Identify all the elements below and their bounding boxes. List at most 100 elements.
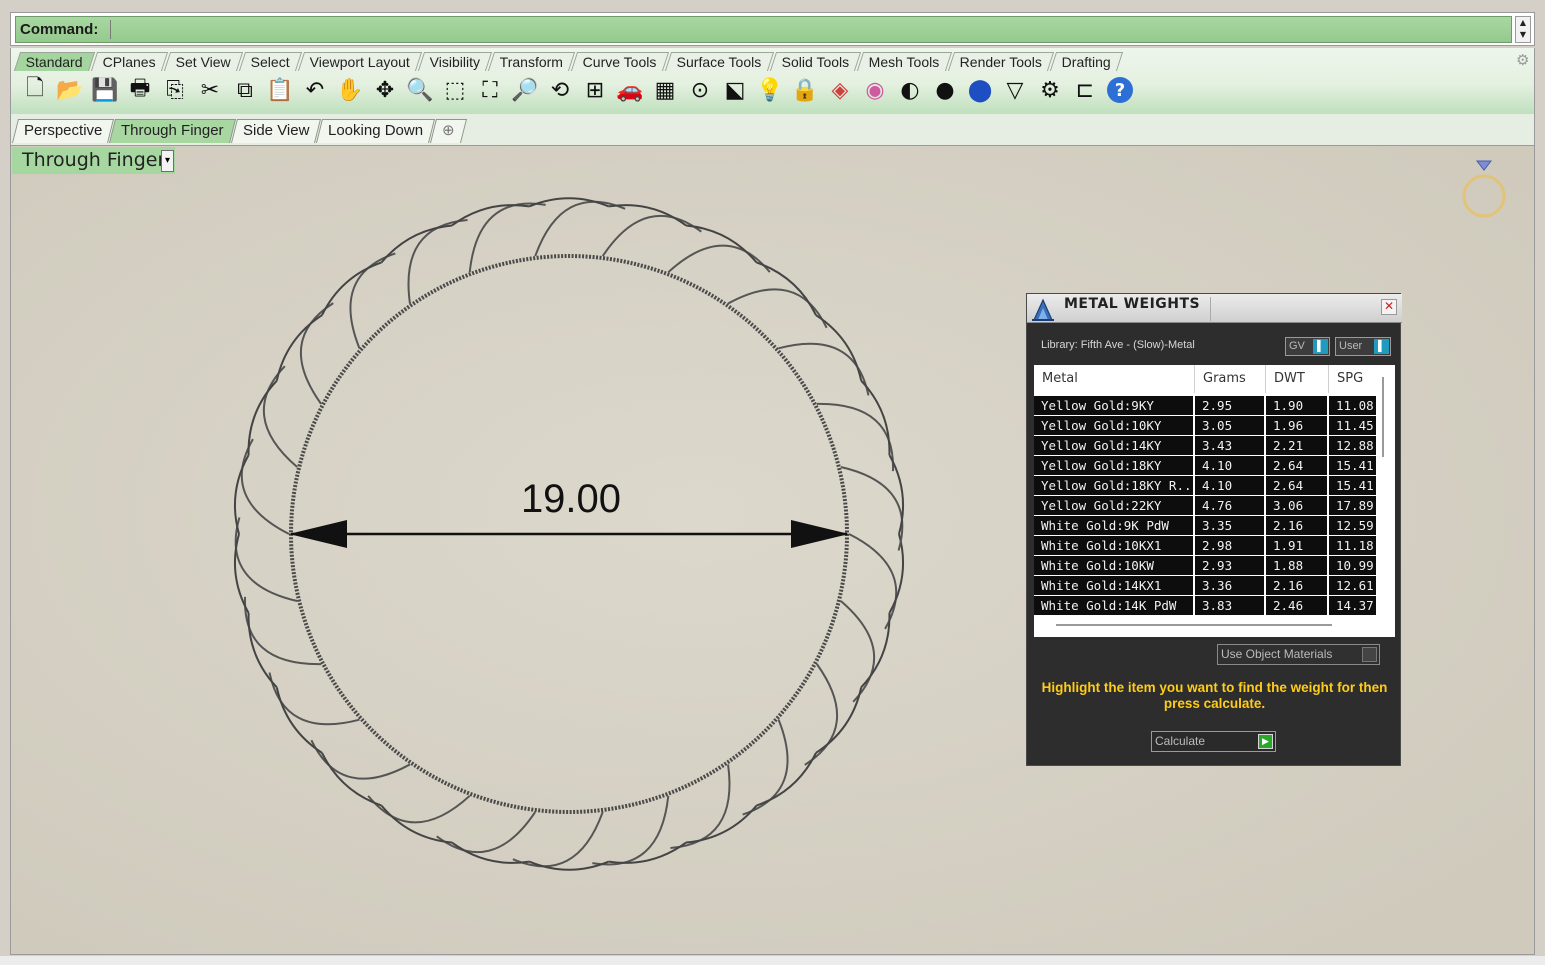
table-cell: 2.64 (1266, 476, 1329, 495)
table-cell: Yellow Gold:18KY R... (1034, 476, 1195, 495)
table-row[interactable]: Yellow Gold:9KY 2.95 1.90 11.08 (1034, 396, 1378, 416)
help-icon[interactable]: ? (1107, 77, 1133, 103)
toolbar-tab-label: Visibility (429, 54, 480, 70)
zoom-selected-icon[interactable]: 🔎 (509, 74, 541, 106)
close-icon[interactable]: ✕ (1381, 299, 1397, 315)
import-icon[interactable]: ⎘ (159, 74, 191, 106)
column-header-spg[interactable]: SPG (1329, 365, 1378, 393)
toolbar-tab-transform[interactable]: Transform (488, 52, 576, 71)
car-icon[interactable]: 🚗 (614, 74, 646, 106)
dimension-icon[interactable]: ⊏ (1069, 74, 1101, 106)
rendered-sphere-icon[interactable]: ● (929, 74, 961, 106)
options-gear-icon[interactable]: ⚙ (1034, 74, 1066, 106)
toolbar-tab-visibility[interactable]: Visibility (417, 52, 493, 71)
toolbar-tab-set-view[interactable]: Set View (163, 52, 243, 71)
viewport-tab-looking-down[interactable]: Looking Down (316, 119, 436, 143)
use-object-materials-label: Use Object Materials (1221, 647, 1333, 661)
table-cell: White Gold:10KW (1034, 556, 1195, 575)
toolbar-settings-gear-icon[interactable]: ⚙ (1516, 52, 1532, 68)
toolbar-tab-select[interactable]: Select (238, 52, 302, 71)
toolbar-tab-standard[interactable]: Standard (13, 52, 95, 71)
table-cell: 2.95 (1195, 396, 1266, 415)
save-icon[interactable]: 💾 (89, 74, 121, 106)
add-viewport-tab-icon[interactable]: ⊕ (430, 119, 468, 143)
lightbulb-icon[interactable]: 💡 (754, 74, 786, 106)
snap-icon[interactable]: ⊙ (684, 74, 716, 106)
table-cell: 3.05 (1195, 416, 1266, 435)
table-row[interactable]: White Gold:9K PdW 3.35 2.16 12.59 (1034, 516, 1378, 536)
table-row[interactable]: Yellow Gold:14KY 3.43 2.21 12.88 (1034, 436, 1378, 456)
metal-weights-header[interactable]: METAL WEIGHTS ✕ (1027, 294, 1402, 323)
use-object-materials-checkbox[interactable]: Use Object Materials (1217, 644, 1380, 665)
shaded-sphere-icon[interactable]: ◐ (894, 74, 926, 106)
rotate-view-icon[interactable]: ⟲ (544, 74, 576, 106)
table-cell: 2.98 (1195, 536, 1266, 555)
table-row[interactable]: Yellow Gold:18KY R... 4.10 2.64 15.41 (1034, 476, 1378, 496)
calculate-button[interactable]: Calculate ▶ (1151, 731, 1276, 752)
layer-icon[interactable]: ◈ (824, 74, 856, 106)
user-toggle[interactable]: User ▌ (1335, 337, 1391, 356)
copy-icon[interactable]: ⧉ (229, 74, 261, 106)
table-row[interactable]: White Gold:10KW 2.93 1.88 10.99 (1034, 556, 1378, 576)
metal-table-body: Yellow Gold:9KY 2.95 1.90 11.08 Yellow Gold:… (1034, 396, 1378, 616)
cut-icon[interactable]: ✂ (194, 74, 226, 106)
toolbar-tab-surface-tools[interactable]: Surface Tools (664, 52, 774, 71)
move-view-icon[interactable]: ✥ (369, 74, 401, 106)
table-row[interactable]: White Gold:14KX1 3.36 2.16 12.61 (1034, 576, 1378, 596)
zoom-icon[interactable]: 🔍 (404, 74, 436, 106)
toolbar-tab-solid-tools[interactable]: Solid Tools (769, 52, 862, 71)
horizontal-scrollbar[interactable] (1056, 624, 1332, 626)
viewport-menu-dropdown[interactable]: ▾ (161, 150, 174, 172)
viewport-tab-label: Perspective (24, 122, 103, 139)
pan-hand-icon[interactable]: ✋ (334, 74, 366, 106)
zoom-extents-icon[interactable]: ⛶ (474, 74, 506, 106)
user-toggle-label: User (1339, 340, 1363, 352)
table-row[interactable]: White Gold:10KX1 2.98 1.91 11.18 (1034, 536, 1378, 556)
undo-icon[interactable]: ↶ (299, 74, 331, 106)
table-row[interactable]: Yellow Gold:18KY 4.10 2.64 15.41 (1034, 456, 1378, 476)
command-input[interactable]: Command: (15, 16, 1512, 43)
standard-toolbar: 🗋 📂 💾 🖶 ⎘ ✂ ⧉ 📋 ↶ ✋ ✥ 🔍 ⬚ ⛶ 🔎 ⟲ ⊞ 🚗 ▦ ⊙ ⬕ 💡 🔒 ◈ ◉ ◐ ● ⬤ ▽ ⚙ ⊏? (19, 74, 1136, 108)
toolbar-tab-cplanes[interactable]: CPlanes (90, 52, 168, 71)
toolbar-tab-label: Select (250, 54, 290, 70)
light-icon[interactable]: ▽ (999, 74, 1031, 106)
viewport-tabs: Perspective Through Finger Side View Lookin… (12, 119, 468, 143)
command-history-spinner[interactable]: ▲ ▼ (1515, 16, 1531, 43)
column-header-metal[interactable]: Metal (1034, 365, 1195, 393)
toolbar-tab-render-tools[interactable]: Render Tools (947, 52, 1055, 71)
toolbar-tab-mesh-tools[interactable]: Mesh Tools (857, 52, 952, 71)
viewport-tab-through-finger[interactable]: Through Finger (109, 119, 236, 143)
blue-sphere-icon[interactable]: ⬤ (964, 74, 996, 106)
gv-toggle[interactable]: GV ▌ (1285, 337, 1330, 356)
table-cell: 2.93 (1195, 556, 1266, 575)
table-row[interactable]: Yellow Gold:10KY 3.05 1.96 11.45 (1034, 416, 1378, 436)
new-document-icon[interactable]: 🗋 (19, 74, 51, 106)
column-header-grams[interactable]: Grams (1195, 365, 1266, 393)
metal-weights-title: METAL WEIGHTS (1064, 296, 1201, 312)
toggle-knob-icon: ▌ (1313, 339, 1328, 354)
print-icon[interactable]: 🖶 (124, 74, 156, 106)
calculate-label: Calculate (1155, 734, 1206, 748)
toolbar-tab-viewport-layout[interactable]: Viewport Layout (297, 52, 422, 71)
table-cell: 2.16 (1266, 516, 1329, 535)
paste-icon[interactable]: 📋 (264, 74, 296, 106)
zoom-window-icon[interactable]: ⬚ (439, 74, 471, 106)
viewport-tab-side-view[interactable]: Side View (230, 119, 322, 143)
viewport-tab-perspective[interactable]: Perspective (12, 119, 115, 143)
grid-icon[interactable]: ▦ (649, 74, 681, 106)
vertical-scrollbar[interactable] (1382, 377, 1384, 457)
table-cell: White Gold:10KX1 (1034, 536, 1195, 555)
toolbar-tab-curve-tools[interactable]: Curve Tools (571, 52, 670, 71)
toolbar-tab-drafting[interactable]: Drafting (1049, 52, 1124, 71)
column-header-dwt[interactable]: DWT (1266, 365, 1329, 393)
table-row[interactable]: Yellow Gold:22KY 4.76 3.06 17.89 (1034, 496, 1378, 516)
four-viewports-icon[interactable]: ⊞ (579, 74, 611, 106)
table-row[interactable]: White Gold:14K PdW 3.83 2.46 14.37 (1034, 596, 1378, 616)
viewport-title[interactable]: Through Finger (12, 147, 175, 174)
open-folder-icon[interactable]: 📂 (54, 74, 86, 106)
toolbar-tab-label: Solid Tools (781, 54, 849, 70)
select-points-icon[interactable]: ⬕ (719, 74, 751, 106)
color-wheel-icon[interactable]: ◉ (859, 74, 891, 106)
table-cell: 12.61 (1329, 576, 1378, 595)
lock-icon[interactable]: 🔒 (789, 74, 821, 106)
